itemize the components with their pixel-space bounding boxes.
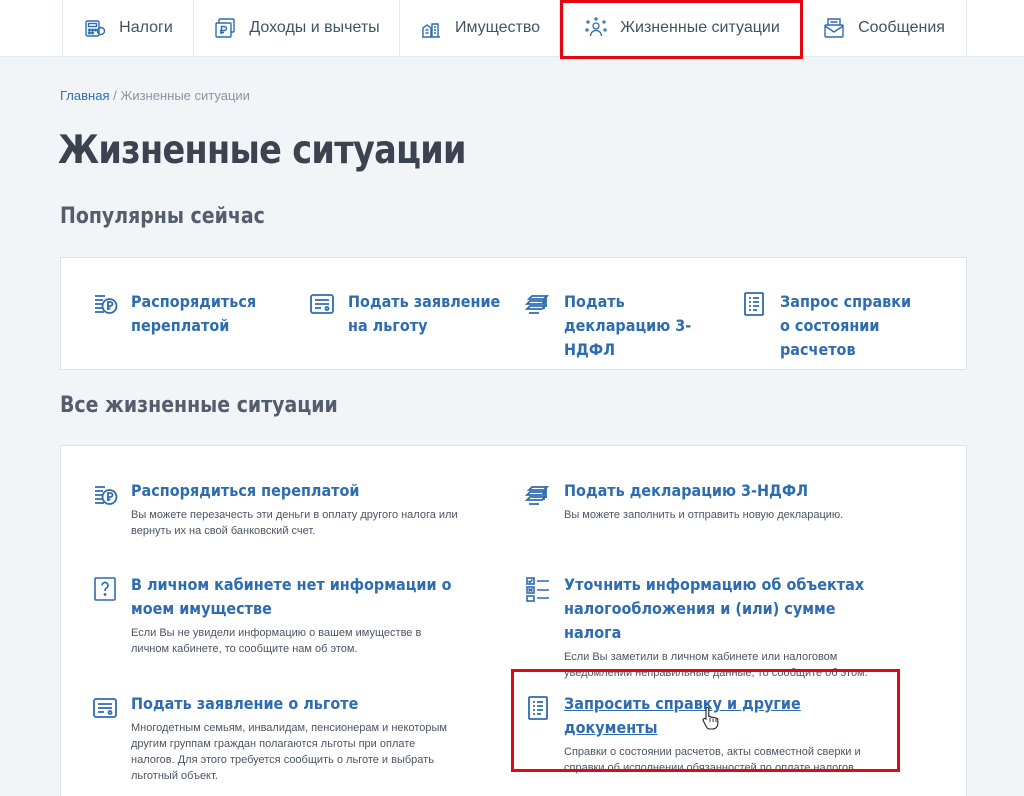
- tab-label: Сообщения: [858, 19, 945, 36]
- tax-calculator-icon: [85, 20, 106, 37]
- tab-taxes[interactable]: Налоги: [62, 0, 194, 56]
- popular-item-overpayment[interactable]: Распорядиться переплатой: [91, 290, 301, 338]
- messages-icon: [824, 18, 844, 38]
- situation-title-link[interactable]: Распорядиться переплатой: [131, 479, 464, 503]
- all-situations-card: Распорядиться переплатой Вы можете перез…: [60, 445, 967, 796]
- situation-item-declaration: Подать декларацию 3-НДФЛ Вы можете запол…: [524, 479, 894, 523]
- tab-label: Имущество: [454, 19, 541, 36]
- ruble-coin-icon: [95, 486, 118, 505]
- situation-title-link[interactable]: Уточнить информацию об объектах налогооб…: [564, 573, 897, 645]
- popular-item-settlement-certificate[interactable]: Запрос справки о состоянии расчетов: [740, 290, 940, 362]
- ruble-coin-icon: [95, 295, 118, 314]
- situation-description: Вы можете заполнить и отправить новую де…: [564, 509, 844, 521]
- situation-title-link[interactable]: Подать декларацию 3-НДФЛ: [564, 479, 897, 503]
- checklist-icon: [526, 577, 549, 602]
- situation-description: Справки о состоянии расчетов, акты совме…: [564, 746, 861, 774]
- situation-description: Многодетным семьям, инвалидам, пенсионер…: [131, 722, 447, 782]
- situation-item-request-certificate: Запросить справку и другие документы Спр…: [524, 692, 894, 776]
- situation-title-link[interactable]: В личном кабинете нет информации о моем …: [131, 573, 464, 621]
- application-form-icon: [310, 294, 334, 314]
- property-icon: [421, 23, 440, 38]
- tab-income-deductions[interactable]: Доходы и вычеты: [194, 0, 400, 56]
- tab-messages[interactable]: Сообщения: [801, 0, 967, 56]
- situation-title-link[interactable]: Подать заявление о льготе: [131, 692, 464, 716]
- breadcrumb-current: Жизненные ситуации: [120, 88, 250, 103]
- tab-label: Налоги: [119, 19, 173, 36]
- tab-property[interactable]: Имущество: [400, 0, 560, 56]
- breadcrumb-separator: /: [109, 88, 121, 103]
- popular-item-title: Подать заявление на льготу: [348, 292, 501, 335]
- situation-description: Если Вы заметили в личном кабинете или н…: [564, 651, 868, 679]
- popular-item-title: Распорядиться переплатой: [131, 292, 257, 335]
- tab-label: Доходы и вычеты: [249, 19, 380, 36]
- top-navigation: Налоги Доходы и вычеты Имущество Жизненн…: [0, 0, 1024, 57]
- situation-item-missing-property: В личном кабинете нет информации о моем …: [91, 573, 461, 657]
- popular-item-benefit-application[interactable]: Подать заявление на льготу: [308, 290, 518, 338]
- breadcrumb-home-link[interactable]: Главная: [60, 88, 109, 103]
- ruble-document-icon: [215, 18, 236, 38]
- tab-life-situations[interactable]: Жизненные ситуации: [563, 0, 801, 56]
- document-list-icon: [744, 292, 764, 316]
- situation-item-benefit-application: Подать заявление о льготе Многодетным се…: [91, 692, 461, 784]
- situation-title-link[interactable]: Запросить справку и другие документы: [564, 692, 897, 740]
- application-form-icon: [93, 698, 117, 718]
- situation-description: Если Вы не увидели информацию о вашем им…: [131, 627, 422, 655]
- tab-label: Жизненные ситуации: [620, 19, 780, 36]
- page-title: Жизненные ситуации: [58, 128, 467, 173]
- popular-section-title: Популярны сейчас: [60, 204, 265, 229]
- situation-item-clarify-taxation: Уточнить информацию об объектах налогооб…: [524, 573, 894, 681]
- popular-card: Распорядиться переплатой Подать заявлени…: [60, 257, 967, 370]
- breadcrumb: Главная / Жизненные ситуации: [60, 88, 250, 103]
- popular-item-declaration[interactable]: Подать декларацию 3-НДФЛ: [524, 290, 734, 362]
- popular-item-title: Запрос справки о состоянии расчетов: [780, 292, 912, 359]
- popular-item-title: Подать декларацию 3-НДФЛ: [564, 292, 692, 359]
- all-section-title: Все жизненные ситуации: [60, 393, 338, 418]
- document-list-icon: [528, 696, 548, 720]
- declaration-stack-icon: [524, 486, 550, 505]
- situation-description: Вы можете перезачесть эти деньги в оплат…: [131, 509, 458, 537]
- life-situations-icon: [585, 17, 607, 37]
- declaration-stack-icon: [524, 295, 550, 314]
- question-document-icon: [94, 577, 116, 601]
- situation-item-overpayment: Распорядиться переплатой Вы можете перез…: [91, 479, 461, 539]
